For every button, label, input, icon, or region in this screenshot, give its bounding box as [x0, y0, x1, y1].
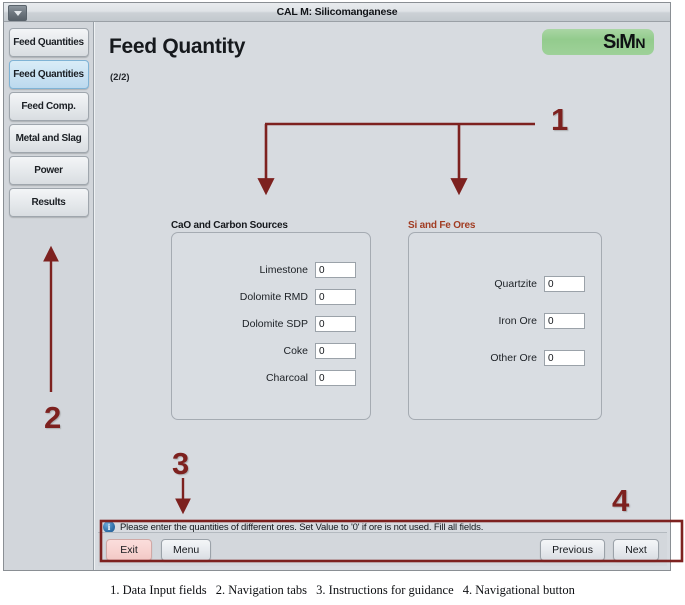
page-title: Feed Quantity [109, 35, 246, 58]
application-window: CAL M: Silicomanganese Feed Quantities F… [3, 2, 671, 571]
window-titlebar: CAL M: Silicomanganese [4, 3, 670, 22]
window-title: CAL M: Silicomanganese [276, 6, 398, 18]
field-input-other-ore[interactable] [544, 350, 585, 366]
bottom-button-bar: Exit Menu Previous Next [98, 532, 667, 566]
field-input-coke[interactable] [315, 343, 356, 359]
sidebar-item-feed-comp[interactable]: Feed Comp. [8, 92, 89, 121]
field-label-coke: Coke [283, 345, 308, 357]
field-label-limestone: Limestone [259, 264, 308, 276]
caret-down-icon [13, 10, 22, 16]
instruction-text: Please enter the quantities of different… [120, 521, 484, 533]
field-label-dolomite-sdp: Dolomite SDP [242, 318, 308, 330]
caption-item-1: 1. Data Input fields [110, 583, 207, 597]
field-input-charcoal[interactable] [315, 370, 356, 386]
sidebar-item-feed-quantities-2[interactable]: Feed Quantities [8, 60, 89, 89]
field-row-iron-ore: Iron Ore [409, 313, 585, 329]
field-input-iron-ore[interactable] [544, 313, 585, 329]
field-input-limestone[interactable] [315, 262, 356, 278]
field-label-dolomite-rmd: Dolomite RMD [239, 291, 308, 303]
sidebar-item-results[interactable]: Results [8, 188, 89, 217]
caption-item-3: 3. Instructions for guidance [316, 583, 454, 597]
field-input-dolomite-rmd[interactable] [315, 289, 356, 305]
menu-button[interactable]: Menu [161, 538, 212, 561]
caption-item-2: 2. Navigation tabs [215, 583, 308, 597]
figure-caption: 1. Data Input fields 2. Navigation tabs … [0, 583, 685, 598]
group-box-si-fe-ores: Quartzite Iron Ore Other Ore [408, 232, 602, 420]
field-row-coke: Coke [172, 343, 356, 359]
exit-button[interactable]: Exit [106, 538, 152, 561]
field-row-other-ore: Other Ore [409, 350, 585, 366]
field-row-dolomite-rmd: Dolomite RMD [172, 289, 356, 305]
sidebar-item-power[interactable]: Power [8, 156, 89, 185]
main-content-panel: Feed Quantity (2/2) SiMn CaO and Carbon … [94, 22, 670, 570]
window-menu-button[interactable] [8, 5, 27, 21]
field-label-charcoal: Charcoal [265, 372, 308, 384]
field-input-dolomite-sdp[interactable] [315, 316, 356, 332]
field-label-quartzite: Quartzite [494, 278, 537, 290]
sidebar-item-metal-and-slag[interactable]: Metal and Slag [8, 124, 89, 153]
field-label-other-ore: Other Ore [490, 352, 537, 364]
field-row-dolomite-sdp: Dolomite SDP [172, 316, 356, 332]
next-button[interactable]: Next [613, 538, 659, 561]
caption-item-4: 4. Navigational button [462, 583, 575, 597]
brand-logo-text: SiMn [603, 30, 646, 53]
field-row-quartzite: Quartzite [409, 276, 585, 292]
field-input-quartzite[interactable] [544, 276, 585, 292]
brand-logo: SiMn [542, 29, 654, 55]
group-box-cao-carbon: Limestone Dolomite RMD Dolomite SDP Coke… [171, 232, 371, 420]
field-label-iron-ore: Iron Ore [498, 315, 537, 327]
page-counter: (2/2) [110, 72, 130, 83]
field-row-limestone: Limestone [172, 262, 356, 278]
previous-button[interactable]: Previous [540, 538, 605, 561]
navigation-sidebar: Feed Quantities Feed Quantities Feed Com… [4, 22, 94, 570]
group-label-cao-carbon: CaO and Carbon Sources [171, 220, 288, 231]
sidebar-item-feed-quantities-1[interactable]: Feed Quantities [8, 28, 89, 57]
field-row-charcoal: Charcoal [172, 370, 356, 386]
group-label-si-fe-ores: Si and Fe Ores [408, 220, 476, 231]
window-body: Feed Quantities Feed Quantities Feed Com… [4, 22, 670, 570]
